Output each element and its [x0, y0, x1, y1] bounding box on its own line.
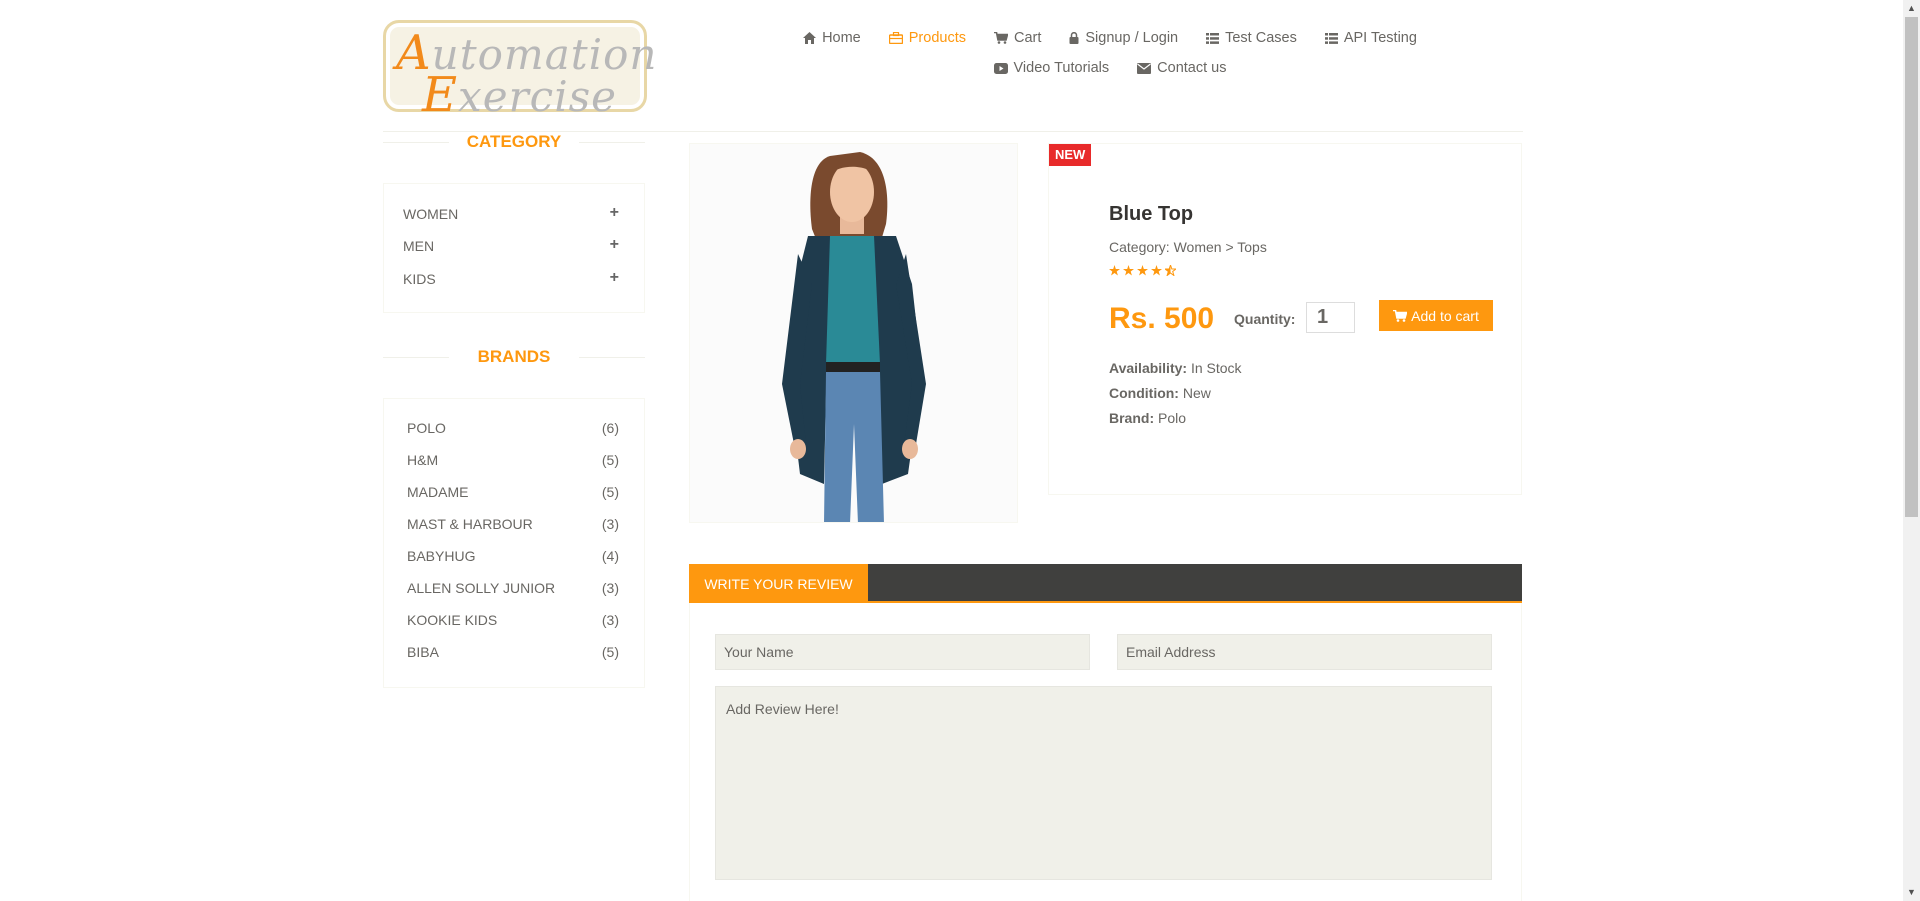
- availability-row: Availability: In Stock: [1109, 360, 1242, 376]
- brand-mast-harbour[interactable]: MAST & HARBOUR (3): [407, 516, 619, 532]
- nav-products[interactable]: Products: [875, 28, 980, 48]
- list-icon: [1206, 32, 1220, 44]
- quantity-input[interactable]: [1306, 302, 1355, 333]
- rating-stars: [1109, 265, 1176, 276]
- brand-biba[interactable]: BIBA (5): [407, 644, 619, 660]
- review-name-input[interactable]: [715, 634, 1090, 670]
- brand-hm[interactable]: H&M (5): [407, 452, 619, 468]
- youtube-play-icon: [993, 62, 1008, 74]
- brand-babyhug[interactable]: BABYHUG (4): [407, 548, 619, 564]
- category-men[interactable]: MEN +: [403, 236, 619, 255]
- brand-row: Brand: Polo: [1109, 410, 1187, 426]
- lock-icon: [1069, 32, 1079, 44]
- logo-line-2: Exercise: [422, 67, 618, 123]
- star-half-icon: [1165, 265, 1176, 276]
- nav-cart[interactable]: Cart: [980, 28, 1055, 48]
- scroll-down-arrow-icon[interactable]: ▼: [1903, 884, 1920, 901]
- plus-icon: +: [609, 236, 619, 253]
- cart-icon: [1393, 309, 1408, 322]
- nav-test-cases[interactable]: Test Cases: [1192, 28, 1311, 48]
- product-price: Rs. 500: [1109, 302, 1215, 335]
- review-email-input[interactable]: [1117, 634, 1492, 670]
- scroll-up-arrow-icon[interactable]: ▲: [1903, 0, 1920, 17]
- star-icon: [1109, 265, 1120, 276]
- nav-signup-login[interactable]: Signup / Login: [1055, 28, 1192, 48]
- plus-icon: +: [609, 269, 619, 286]
- brand-allen-solly-junior[interactable]: ALLEN SOLLY JUNIOR (3): [407, 580, 619, 596]
- cart-icon: [993, 32, 1008, 44]
- category-panel: WOMEN + MEN + KIDS +: [383, 183, 645, 313]
- nav-video-tutorials[interactable]: Video Tutorials: [980, 58, 1124, 78]
- star-icon: [1137, 265, 1148, 276]
- brand-madame[interactable]: MADAME (5): [407, 484, 619, 500]
- brand-polo[interactable]: POLO (6): [407, 420, 619, 436]
- condition-row: Condition: New: [1109, 385, 1211, 401]
- new-badge: NEW: [1049, 144, 1092, 166]
- page-scrollbar[interactable]: ▲ ▼: [1903, 0, 1920, 901]
- nav-home[interactable]: Home: [789, 28, 875, 48]
- site-logo[interactable]: Automation Exercise: [383, 20, 656, 123]
- brands-title: BRANDS: [383, 347, 645, 367]
- add-to-cart-button[interactable]: Add to cart: [1379, 300, 1493, 331]
- star-icon: [1151, 265, 1162, 276]
- quantity-label: Quantity:: [1234, 311, 1296, 327]
- product-category: Category: Women > Tops: [1109, 239, 1267, 255]
- brand-kookie-kids[interactable]: KOOKIE KIDS (3): [407, 612, 619, 628]
- review-textarea[interactable]: [715, 686, 1492, 880]
- category-title: CATEGORY: [383, 132, 645, 152]
- home-icon: [803, 32, 817, 44]
- product-name: Blue Top: [1109, 203, 1194, 225]
- write-review-tab[interactable]: WRITE YOUR REVIEW: [689, 564, 868, 603]
- plus-icon: +: [609, 204, 619, 221]
- category-kids[interactable]: KIDS +: [403, 269, 619, 288]
- product-image: [689, 143, 1018, 523]
- nav-api-testing[interactable]: API Testing: [1311, 28, 1431, 48]
- main-nav: Home Products Cart Signup / Login Test C…: [780, 28, 1440, 78]
- envelope-icon: [1137, 62, 1152, 74]
- brands-panel: POLO (6) H&M (5) MADAME (5) MAST & HARBOUR(…: [383, 398, 645, 688]
- product-photo: [690, 144, 1017, 522]
- nav-contact-us[interactable]: Contact us: [1123, 58, 1240, 78]
- list-icon: [1324, 32, 1338, 44]
- scroll-thumb[interactable]: [1905, 17, 1918, 517]
- category-women[interactable]: WOMEN +: [403, 204, 619, 223]
- star-icon: [1123, 265, 1134, 276]
- briefcase-icon: [888, 32, 903, 44]
